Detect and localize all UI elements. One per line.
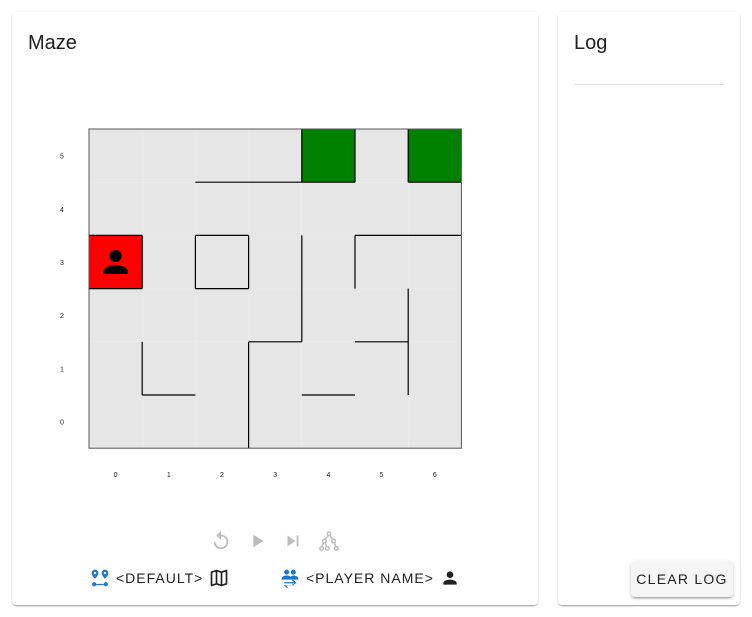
log-divider: [574, 84, 724, 85]
maze-cell: [355, 395, 409, 449]
maze-cell: [355, 288, 409, 342]
log-title: Log: [574, 32, 608, 54]
map-icon: [210, 569, 228, 587]
x-axis-label: 0: [114, 472, 118, 479]
maze-cell: [301, 341, 355, 395]
y-axis-label: 5: [60, 154, 64, 161]
clear-log-button[interactable]: Clear Log: [631, 561, 733, 597]
maze-cell: [248, 395, 302, 449]
maze-cell: [195, 235, 249, 289]
player-selector[interactable]: <PLAYER NAME>: [280, 568, 460, 588]
maze-cell: [89, 129, 143, 183]
log-panel: Log Clear Log: [558, 12, 740, 605]
maze-cell: [408, 129, 462, 183]
x-axis-label: 5: [380, 472, 384, 479]
maze-cell: [355, 182, 409, 236]
maze-cell: [89, 288, 143, 342]
route-icon: [91, 569, 109, 587]
maze-cell: [195, 182, 249, 236]
x-axis-label: 4: [326, 472, 330, 479]
y-axis-label: 1: [60, 366, 64, 373]
maze-cell: [355, 235, 409, 289]
maze-cell: [355, 341, 409, 395]
y-axis-label: 0: [60, 420, 64, 427]
y-axis-label: 3: [60, 260, 64, 267]
maze-cell: [142, 129, 196, 183]
maze-selector[interactable]: <DEFAULT>: [90, 568, 229, 588]
maze-cell: [301, 235, 355, 289]
reset-icon[interactable]: [210, 530, 232, 552]
maze-name-label: <DEFAULT>: [116, 570, 204, 586]
y-axis-label: 4: [60, 207, 64, 214]
maze-cell: [195, 129, 249, 183]
maze-cell: [301, 395, 355, 449]
maze-cell: [142, 182, 196, 236]
maze-cell: [408, 288, 462, 342]
person-icon: [443, 571, 457, 585]
maze-panel: Maze 0123456012345 <DEFAULT> <PLAYER NAM…: [12, 12, 538, 605]
maze-cell: [195, 341, 249, 395]
maze-cell: [195, 288, 249, 342]
maze-cell: [89, 182, 143, 236]
maze-cell: [142, 341, 196, 395]
maze-cell: [301, 182, 355, 236]
maze-cell: [248, 341, 302, 395]
y-axis-label: 2: [60, 313, 64, 320]
maze-cell: [408, 182, 462, 236]
maze-cell: [248, 129, 302, 183]
play-icon[interactable]: [246, 530, 268, 552]
x-axis-label: 2: [220, 472, 224, 479]
maze-cell: [301, 288, 355, 342]
maze-cell: [248, 235, 302, 289]
maze-cell: [89, 395, 143, 449]
x-axis-label: 6: [433, 472, 437, 479]
maze-cell: [355, 129, 409, 183]
maze-cell: [248, 182, 302, 236]
maze-controls: [210, 530, 340, 552]
maze-cell: [301, 129, 355, 183]
maze-cell: [89, 341, 143, 395]
maze-cell: [408, 341, 462, 395]
maze-cell: [408, 235, 462, 289]
maze-cell: [142, 235, 196, 289]
switch-user-icon: [281, 569, 299, 588]
maze-cell: [195, 395, 249, 449]
x-axis-label: 1: [167, 472, 171, 479]
maze-cell: [142, 288, 196, 342]
maze-cell: [408, 395, 462, 449]
tree-icon[interactable]: [318, 530, 340, 552]
player-name-label: <PLAYER NAME>: [306, 570, 434, 586]
maze-cell: [142, 395, 196, 449]
maze-board[interactable]: 0 1 2 3 4 5 6 0 1 2 3 4 5: [12, 12, 538, 492]
x-axis-label: 3: [273, 472, 277, 479]
maze-cell: [248, 288, 302, 342]
step-icon[interactable]: [282, 530, 304, 552]
